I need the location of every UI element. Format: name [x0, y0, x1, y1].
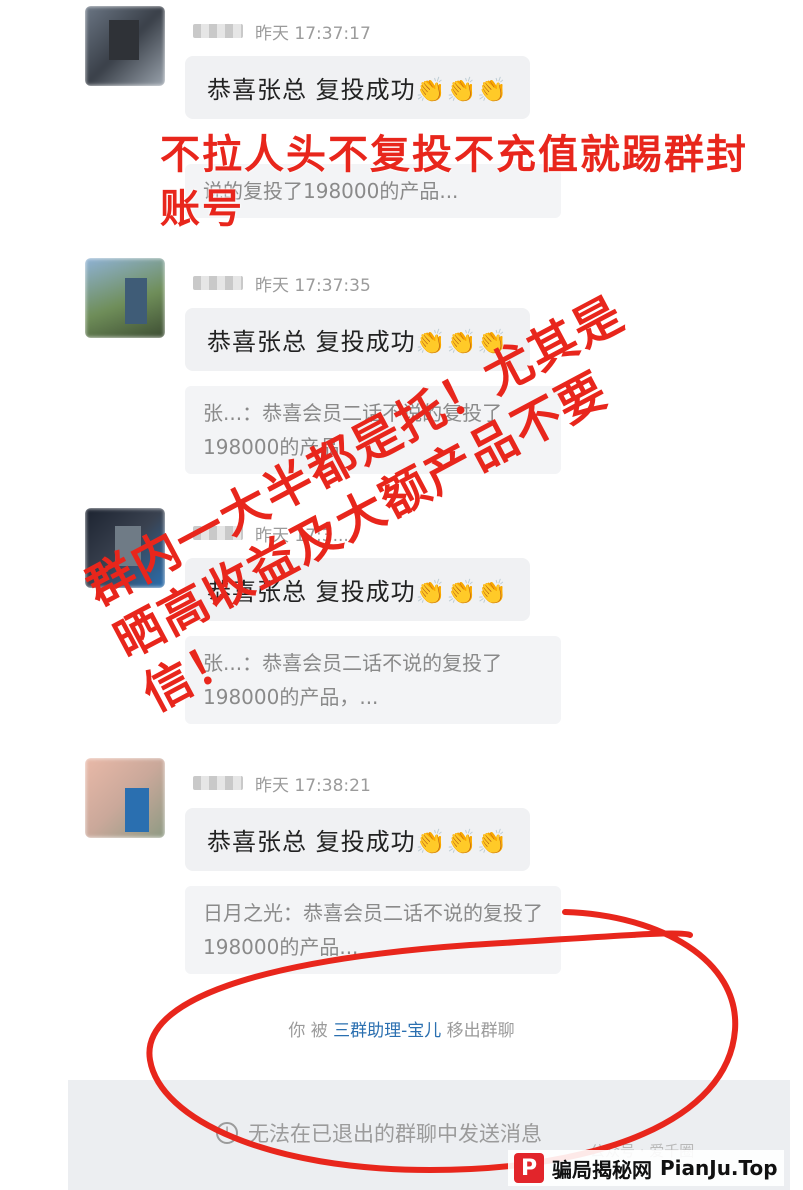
brand-watermark: P 骗局揭秘网 PianJu.Top [508, 1150, 784, 1186]
input-notice: ! 无法在已退出的群聊中发送消息 [216, 1118, 542, 1148]
sender-name-mosaic [193, 24, 243, 38]
message-bubble[interactable]: 恭喜张总 复投成功👏👏👏 [185, 808, 531, 871]
message-meta: 昨天 17:38:21 [193, 770, 371, 796]
sender-name-mosaic [193, 776, 243, 790]
avatar[interactable] [85, 258, 165, 338]
system-you: 你 被 [288, 1021, 328, 1041]
message-time: 昨天 17:37:17 [255, 23, 371, 44]
quoted-message[interactable]: 日月之光：恭喜会员二话不说的复投了198000的产品... [185, 886, 561, 974]
avatar[interactable] [85, 6, 165, 86]
annotation-top-caption: 不拉人头不复投不充值就踢群封账号 [160, 132, 748, 232]
system-notice: 你 被 三群助理-宝儿 移出群聊 [0, 1016, 803, 1041]
brand-name-cn: 骗局揭秘网 [552, 1157, 652, 1182]
message-time: 昨天 17:37:35 [255, 275, 371, 296]
message-meta: 昨天 17:37:17 [193, 18, 371, 44]
message-time: 昨天 17:38:21 [255, 775, 371, 796]
brand-name-en: PianJu.Top [660, 1156, 778, 1180]
brand-logo-icon: P [514, 1153, 544, 1183]
info-icon: ! [216, 1122, 238, 1144]
avatar[interactable] [85, 758, 165, 838]
chat-message: 昨天 17:38:21 恭喜张总 复投成功👏👏👏 日月之光：恭喜会员二话不说的复… [85, 758, 605, 988]
system-action: 移出群聊 [446, 1021, 515, 1041]
message-bubble[interactable]: 恭喜张总 复投成功👏👏👏 [185, 56, 531, 119]
input-notice-text: 无法在已退出的群聊中发送消息 [248, 1122, 542, 1146]
system-nick-link[interactable]: 三群助理-宝儿 [333, 1021, 441, 1041]
sender-name-mosaic [193, 276, 243, 290]
message-meta: 昨天 17:37:35 [193, 270, 371, 296]
